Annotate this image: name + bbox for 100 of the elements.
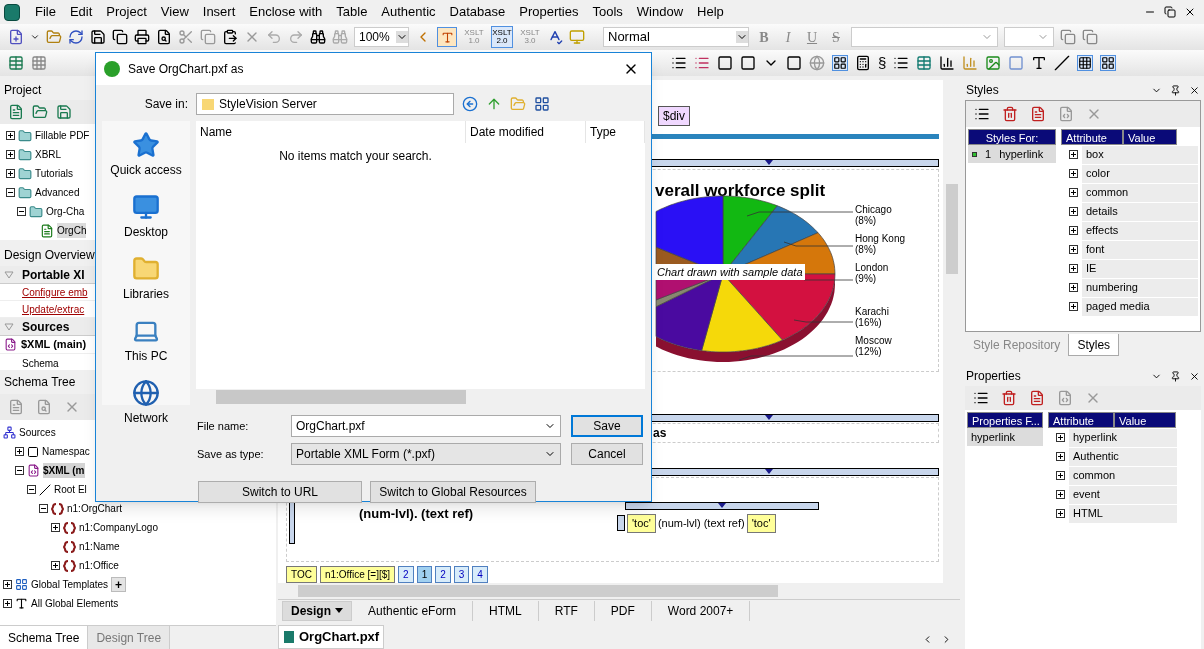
attribute-row[interactable]: hyperlink <box>1069 428 1177 447</box>
image-icon[interactable] <box>985 55 1002 71</box>
layers-icon[interactable] <box>1082 29 1098 45</box>
tree-item[interactable]: Global Templates <box>31 577 109 592</box>
expand-icon[interactable] <box>1056 433 1065 442</box>
checkbox-icon[interactable] <box>786 55 802 71</box>
attribute-row[interactable]: common <box>1069 466 1177 485</box>
tag[interactable]: n1:Office [=][$] <box>319 566 396 583</box>
menu-item[interactable]: Tools <box>585 2 630 22</box>
expand-icon[interactable] <box>1069 150 1078 159</box>
tag[interactable]: 'toc' <box>627 514 656 533</box>
tree-item[interactable]: $XML (m <box>43 463 85 478</box>
view-tab[interactable]: PDF <box>594 600 652 621</box>
attribute-row[interactable]: details <box>1082 202 1198 221</box>
menu-item[interactable]: Window <box>629 2 691 22</box>
attribute-row[interactable]: numbering <box>1082 278 1198 297</box>
property-item[interactable]: hyperlink <box>967 428 1043 446</box>
star-icon[interactable] <box>132 131 160 159</box>
xslt-version-button[interactable]: XSLT 2.0 <box>491 26 513 48</box>
section-sign-icon[interactable]: § <box>878 51 887 75</box>
list-icon[interactable] <box>671 55 687 71</box>
switch-button[interactable]: Switch to URL <box>198 481 362 503</box>
page-number[interactable]: 1 <box>416 566 433 583</box>
view-tab[interactable]: Word 2007+ <box>651 600 751 621</box>
tree-item[interactable]: Sources <box>19 425 56 440</box>
section-title[interactable]: Sources <box>22 317 70 336</box>
expand-icon[interactable] <box>1069 226 1078 235</box>
paste-icon[interactable] <box>222 29 238 45</box>
tree-item[interactable]: Tutorials <box>35 166 73 181</box>
menu-item[interactable]: Help <box>690 2 731 22</box>
text-box-icon[interactable] <box>1031 55 1048 71</box>
cut-icon[interactable] <box>178 29 194 45</box>
bar-chart-icon[interactable] <box>939 55 956 71</box>
caret-icon[interactable] <box>30 32 40 42</box>
tag[interactable]: 'toc' <box>746 514 776 533</box>
place-item[interactable]: Quick access <box>110 161 182 179</box>
panel-tab[interactable]: Schema Tree <box>0 626 89 649</box>
snap-grid-icon[interactable] <box>1100 55 1117 71</box>
expand-icon[interactable] <box>51 561 60 570</box>
collapse-icon[interactable] <box>17 207 26 216</box>
attribute-row[interactable]: box <box>1082 145 1198 164</box>
back-icon[interactable] <box>462 96 478 112</box>
xml-file-icon[interactable] <box>4 338 17 351</box>
table-icon[interactable] <box>916 55 933 71</box>
open-folder-icon[interactable] <box>46 29 62 45</box>
menu-item[interactable]: Enclose with <box>242 2 330 22</box>
column-header[interactable]: Type <box>586 121 645 143</box>
xslt-version-button[interactable]: XSLT 3.0 <box>519 26 541 48</box>
table-icon[interactable] <box>8 55 24 71</box>
tree-item[interactable]: n1:OrgChart <box>67 501 123 516</box>
link[interactable]: Update/extrac <box>22 301 85 317</box>
tag[interactable]: TOC <box>286 566 317 583</box>
page-number[interactable]: 2 <box>435 566 451 583</box>
add-button[interactable]: + <box>111 577 127 592</box>
expand-icon[interactable] <box>1069 188 1078 197</box>
expand-icon[interactable] <box>1056 471 1065 480</box>
layers-icon[interactable] <box>1060 29 1076 45</box>
globe-icon[interactable] <box>132 379 160 407</box>
grid-icon[interactable] <box>1077 55 1094 71</box>
file-tab[interactable]: OrgChart.pxf <box>278 625 385 649</box>
view-tab[interactable]: HTML <box>473 600 539 621</box>
style-item[interactable]: hyperlink <box>999 145 1044 163</box>
panel-tab[interactable]: Design Tree <box>88 626 171 649</box>
attribute-row[interactable]: common <box>1082 183 1198 202</box>
place-item[interactable]: Libraries <box>123 285 169 303</box>
attribute-row[interactable]: color <box>1082 164 1198 183</box>
tree-item[interactable]: Org-Cha <box>46 204 85 219</box>
calculator-icon[interactable] <box>855 55 871 71</box>
save-icon[interactable] <box>90 29 106 45</box>
div-tag[interactable]: $div <box>658 106 690 126</box>
attribute-row[interactable]: IE <box>1082 259 1198 278</box>
section-bar[interactable] <box>625 502 819 511</box>
close-icon[interactable] <box>1189 370 1200 382</box>
expand-icon[interactable] <box>1069 245 1078 254</box>
attribute-row[interactable]: Authentic <box>1069 447 1177 466</box>
tree-view-icon[interactable] <box>973 390 989 406</box>
column-header[interactable]: Name <box>196 121 466 143</box>
refresh-icon[interactable] <box>68 29 84 45</box>
line-icon[interactable] <box>1054 55 1071 71</box>
attribute-row[interactable]: HTML <box>1069 504 1177 523</box>
collapse-icon[interactable] <box>39 504 48 513</box>
spellcheck-icon[interactable] <box>547 29 563 45</box>
column-header[interactable]: Date modified <box>466 121 586 143</box>
collapse-icon[interactable] <box>6 188 15 197</box>
page-number[interactable]: 3 <box>453 566 470 583</box>
app-logo-icon[interactable] <box>4 3 20 21</box>
tree-item[interactable]: n1:CompanyLogo <box>79 520 158 535</box>
page-number[interactable]: 4 <box>472 566 488 583</box>
view-tab[interactable]: Design <box>282 600 352 621</box>
project-new-icon[interactable] <box>8 104 24 120</box>
project-open-icon[interactable] <box>32 104 48 120</box>
tree-view-icon[interactable] <box>974 106 990 122</box>
view-tab[interactable]: Authentic eForm <box>352 600 474 621</box>
expand-icon[interactable] <box>6 169 15 178</box>
attribute-row[interactable]: font <box>1082 240 1198 259</box>
source-item[interactable]: $XML (main) <box>21 336 87 353</box>
pin-icon[interactable] <box>1170 84 1181 96</box>
expand-icon[interactable] <box>6 150 15 159</box>
tree-item[interactable]: Root El <box>54 482 87 497</box>
desktop-icon[interactable] <box>132 193 160 221</box>
